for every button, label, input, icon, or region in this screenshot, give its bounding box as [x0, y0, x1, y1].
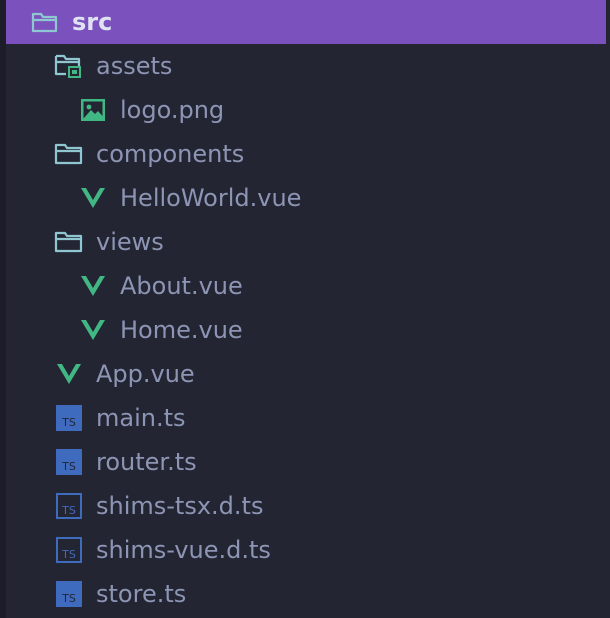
folder-open-icon	[30, 7, 60, 37]
svg-text:TS: TS	[61, 460, 76, 473]
tree-item-label: store.ts	[96, 580, 187, 608]
assets-folder-icon	[54, 51, 84, 81]
tree-item-router-ts[interactable]: TS router.ts	[6, 440, 606, 484]
typescript-icon: TS	[54, 579, 84, 609]
image-icon	[78, 95, 108, 125]
typescript-icon: TS	[54, 403, 84, 433]
vue-icon	[54, 359, 84, 389]
tree-item-label: shims-vue.d.ts	[96, 536, 271, 564]
vue-icon	[78, 183, 108, 213]
svg-text:TS: TS	[61, 592, 76, 605]
tree-item-label: main.ts	[96, 404, 186, 432]
tree-item-label: views	[96, 228, 164, 256]
tree-item-label: router.ts	[96, 448, 197, 476]
tree-item-components-folder[interactable]: components	[6, 132, 606, 176]
tree-item-src-folder[interactable]: src	[6, 0, 606, 44]
tree-item-about-vue[interactable]: About.vue	[6, 264, 606, 308]
tree-item-home-vue[interactable]: Home.vue	[6, 308, 606, 352]
tree-item-views-folder[interactable]: views	[6, 220, 606, 264]
tree-item-label: Home.vue	[120, 316, 243, 344]
vue-icon	[78, 271, 108, 301]
tree-item-store-ts[interactable]: TS store.ts	[6, 572, 606, 616]
folder-icon	[54, 139, 84, 169]
tree-item-label: About.vue	[120, 272, 243, 300]
tree-item-label: logo.png	[120, 96, 225, 124]
file-explorer-tree: src assets logo.png components HelloWorl…	[0, 0, 610, 618]
tree-item-label: assets	[96, 52, 173, 80]
tree-item-label: HelloWorld.vue	[120, 184, 302, 212]
folder-icon	[54, 227, 84, 257]
svg-text:TS: TS	[61, 548, 76, 561]
tree-item-label: App.vue	[96, 360, 195, 388]
typescript-declaration-icon: TS	[54, 491, 84, 521]
tree-item-main-ts[interactable]: TS main.ts	[6, 396, 606, 440]
typescript-declaration-icon: TS	[54, 535, 84, 565]
tree-item-label: src	[72, 8, 113, 36]
svg-text:TS: TS	[61, 504, 76, 517]
tree-item-shims-tsx-d-ts[interactable]: TS shims-tsx.d.ts	[6, 484, 606, 528]
tree-item-app-vue[interactable]: App.vue	[6, 352, 606, 396]
tree-item-label: components	[96, 140, 245, 168]
tree-item-shims-vue-d-ts[interactable]: TS shims-vue.d.ts	[6, 528, 606, 572]
tree-item-label: shims-tsx.d.ts	[96, 492, 264, 520]
svg-text:TS: TS	[61, 416, 76, 429]
tree-item-assets-folder[interactable]: assets	[6, 44, 606, 88]
typescript-icon: TS	[54, 447, 84, 477]
vue-icon	[78, 315, 108, 345]
tree-item-logo-png[interactable]: logo.png	[6, 88, 606, 132]
tree-item-helloworld-vue[interactable]: HelloWorld.vue	[6, 176, 606, 220]
